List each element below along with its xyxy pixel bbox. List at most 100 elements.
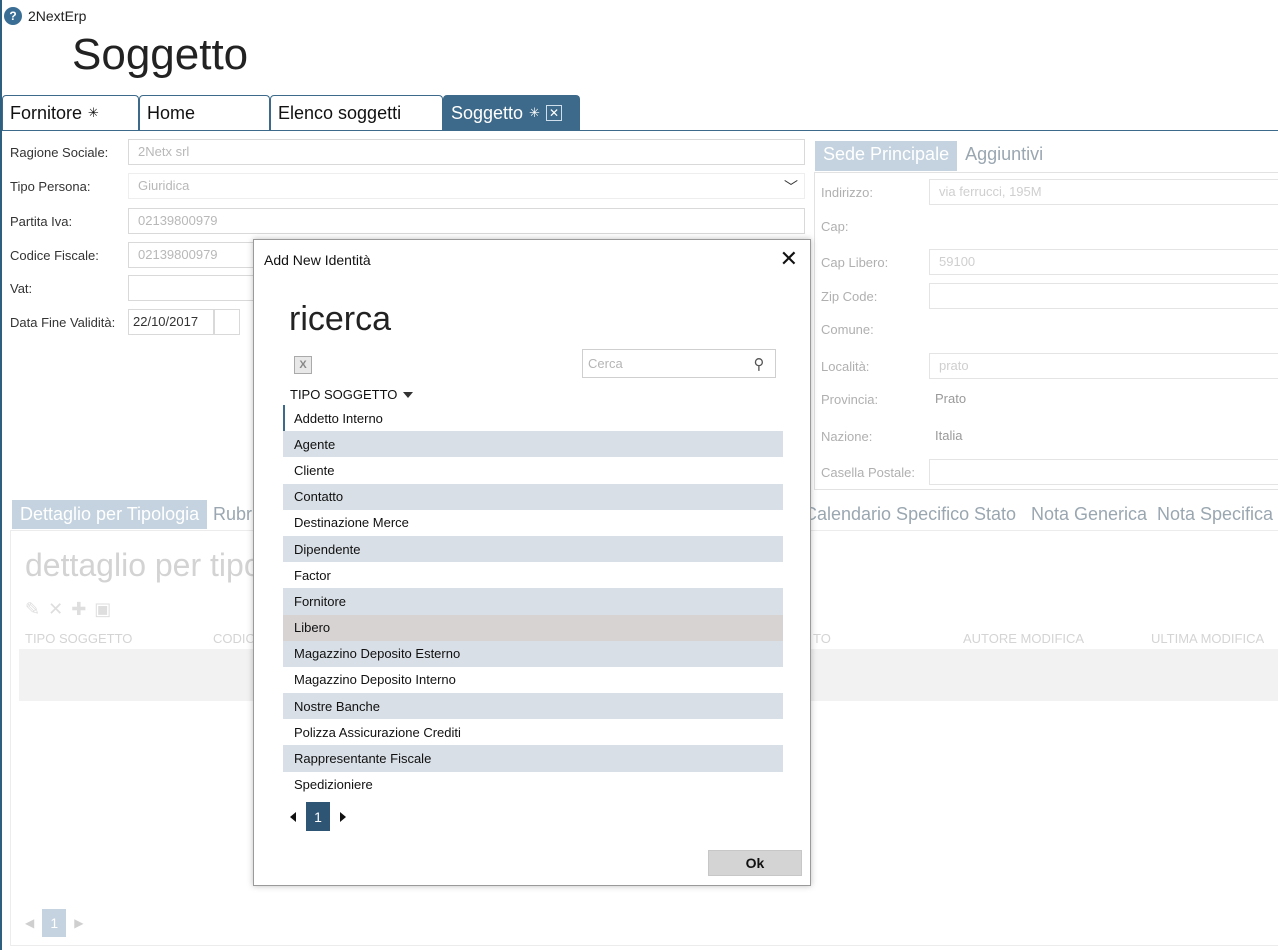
pin-icon[interactable]: ✳: [529, 105, 540, 121]
label-cap-libero: Cap Libero:: [821, 254, 889, 270]
list-item[interactable]: Nostre Banche: [283, 693, 783, 720]
row-casella-postale: Casella Postale:: [821, 459, 1278, 485]
codice-fiscale-input[interactable]: 02139800979: [128, 242, 258, 268]
label-provincia: Provincia:: [821, 391, 879, 407]
search-input[interactable]: [583, 350, 749, 377]
row-nazione: Nazione: Italia: [821, 423, 1121, 449]
column-header-tipo-soggetto[interactable]: TIPO SOGGETTO: [290, 387, 414, 402]
next-page-icon[interactable]: ▶: [74, 916, 83, 930]
list-item[interactable]: Agente: [283, 431, 783, 458]
tab-calendario-specifico[interactable]: Calendario Specifico: [796, 500, 977, 529]
app-title: 2NextErp: [28, 8, 87, 24]
edit-icon[interactable]: ✎: [25, 599, 40, 620]
excel-export-icon[interactable]: ▣: [94, 599, 111, 620]
ok-button[interactable]: Ok: [708, 850, 802, 876]
tipo-persona-value: Giuridica: [138, 178, 190, 193]
tab-bar: Fornitore ✳ Home Elenco soggetti Soggett…: [2, 95, 1278, 131]
next-page-icon[interactable]: [340, 811, 346, 822]
label-data-fine-validita: Data Fine Validità:: [10, 314, 116, 330]
row-localita: Località: prato: [821, 353, 1278, 379]
add-icon[interactable]: ✚: [71, 599, 86, 620]
tab-label: Fornitore: [10, 102, 83, 123]
list-item[interactable]: Fornitore: [283, 588, 783, 615]
column-header-codice[interactable]: CODIC: [213, 631, 255, 646]
column-header-tipo-soggetto[interactable]: TIPO SOGGETTO: [25, 631, 132, 646]
column-header-label: TIPO SOGGETTO: [290, 387, 398, 402]
list-item[interactable]: Spedizioniere: [283, 772, 783, 798]
tab-fornitore[interactable]: Fornitore ✳: [2, 95, 139, 130]
tab-sede-principale[interactable]: Sede Principale: [815, 141, 958, 171]
page-number[interactable]: 1: [306, 802, 330, 831]
tab-stato[interactable]: Stato: [966, 500, 1024, 529]
partita-iva-input[interactable]: 02139800979: [128, 208, 805, 234]
label-cap: Cap:: [821, 218, 849, 234]
detail-section-title: dettaglio per tipo: [25, 547, 262, 583]
column-header-stato[interactable]: TO: [813, 631, 831, 646]
nazione-value: Italia: [935, 428, 963, 443]
close-icon[interactable]: ✕: [780, 246, 798, 272]
date-picker-button[interactable]: [214, 309, 240, 335]
detail-toolbar: ✎ ✕ ✚ ▣: [25, 599, 111, 620]
label-casella-postale: Casella Postale:: [821, 464, 915, 480]
add-new-identita-dialog: Add New Identità ✕ ricerca X ⚲ TIPO SOGG…: [253, 239, 811, 886]
page-number[interactable]: 1: [42, 909, 67, 937]
list-item-hovered[interactable]: Libero: [283, 614, 783, 641]
tab-elenco-soggetti[interactable]: Elenco soggetti: [270, 95, 443, 130]
localita-input[interactable]: prato: [929, 353, 1278, 379]
tab-home[interactable]: Home: [139, 95, 270, 130]
label-partita-iva: Partita Iva:: [10, 213, 73, 229]
tab-nota-generica[interactable]: Nota Generica: [1023, 500, 1155, 529]
label-indirizzo: Indirizzo:: [821, 184, 874, 200]
vat-input[interactable]: [128, 275, 258, 301]
prev-page-icon[interactable]: [290, 811, 296, 822]
data-fine-validita-input[interactable]: 22/10/2017: [128, 309, 214, 335]
row-partita-iva: Partita Iva: 02139800979: [10, 208, 806, 234]
ragione-sociale-input[interactable]: 2Netx srl: [128, 139, 805, 165]
tab-soggetto[interactable]: Soggetto ✳ ✕: [443, 95, 580, 130]
label-vat: Vat:: [10, 280, 33, 296]
dialog-title: Add New Identità: [264, 252, 371, 268]
list-item[interactable]: Cliente: [283, 457, 783, 483]
list-item[interactable]: Destinazione Merce: [283, 510, 783, 536]
casella-postale-input[interactable]: [929, 459, 1278, 485]
list-item[interactable]: Factor: [283, 562, 783, 588]
chevron-down-icon[interactable]: ﹀: [784, 177, 798, 197]
row-ragione-sociale: Ragione Sociale: 2Netx srl: [10, 139, 806, 165]
label-codice-fiscale: Codice Fiscale:: [10, 247, 99, 263]
row-vat: Vat:: [10, 275, 260, 301]
list-item[interactable]: Addetto Interno: [283, 405, 783, 432]
column-header-autore-modifica[interactable]: AUTORE MODIFICA: [963, 631, 1084, 646]
delete-icon[interactable]: ✕: [48, 599, 63, 620]
list-item[interactable]: Magazzino Deposito Interno: [283, 667, 783, 693]
tab-label: Soggetto: [451, 102, 524, 123]
tab-nota-specifica[interactable]: Nota Specifica: [1149, 500, 1278, 529]
tab-aggiuntivi[interactable]: Aggiuntivi: [957, 141, 1051, 171]
tipo-persona-select[interactable]: Giuridica ﹀: [128, 173, 805, 199]
list-item[interactable]: Dipendente: [283, 535, 783, 563]
label-zip-code: Zip Code:: [821, 288, 878, 304]
close-tab-icon[interactable]: ✕: [545, 105, 562, 121]
tab-dettaglio-per-tipologia[interactable]: Dettaglio per Tipologia: [12, 500, 208, 529]
list-item[interactable]: Magazzino Deposito Esterno: [283, 640, 783, 667]
row-tipo-persona: Tipo Persona: Giuridica ﹀: [10, 173, 806, 199]
label-nazione: Nazione:: [821, 428, 873, 444]
indirizzo-input[interactable]: via ferrucci, 195M: [929, 179, 1278, 205]
pin-icon[interactable]: ✳: [88, 105, 99, 121]
cap-libero-input[interactable]: 59100: [929, 249, 1278, 275]
row-data-fine-validita: Data Fine Validità: 22/10/2017: [10, 309, 260, 335]
sort-caret-down-icon[interactable]: [403, 391, 414, 398]
list-item[interactable]: Contatto: [283, 483, 783, 510]
column-header-ultima-modifica[interactable]: ULTIMA MODIFICA: [1151, 631, 1264, 646]
label-comune: Comune:: [821, 321, 874, 337]
row-comune: Comune:: [821, 316, 923, 342]
prev-page-icon[interactable]: ◀: [25, 916, 34, 930]
zip-code-input[interactable]: [929, 283, 1278, 309]
label-ragione-sociale: Ragione Sociale:: [10, 144, 109, 160]
provincia-value: Prato: [935, 391, 967, 406]
right-tab-bar: Sede Principale Aggiuntivi: [815, 141, 1051, 171]
list-item[interactable]: Polizza Assicurazione Crediti: [283, 719, 783, 745]
excel-export-icon[interactable]: X: [294, 356, 312, 374]
page-title: Soggetto: [72, 30, 249, 79]
list-item[interactable]: Rappresentante Fiscale: [283, 745, 783, 772]
search-icon[interactable]: ⚲: [749, 355, 769, 373]
